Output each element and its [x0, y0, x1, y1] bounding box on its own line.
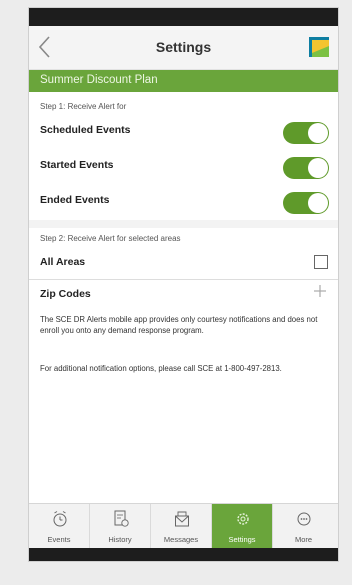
tab-events[interactable]: Events [29, 504, 90, 548]
ended-events-label: Ended Events [40, 194, 110, 206]
history-icon [114, 510, 129, 527]
tab-label: Messages [163, 535, 199, 544]
tab-label: Events [47, 535, 71, 544]
bottom-system-bar [29, 548, 338, 561]
zip-codes-label: Zip Codes [40, 288, 91, 300]
scheduled-events-toggle[interactable] [283, 122, 329, 144]
nav-bar: Settings [29, 26, 338, 70]
add-zip-code-plus-icon[interactable] [313, 284, 327, 298]
started-events-toggle[interactable] [283, 157, 329, 179]
ended-events-toggle[interactable] [283, 192, 329, 214]
toggle-knob [308, 158, 328, 178]
row-divider [29, 279, 338, 280]
step1-label: Step 1: Receive Alert for [40, 102, 127, 111]
envelope-icon [175, 511, 189, 527]
alarm-clock-icon [53, 511, 67, 527]
plan-name: Summer Discount Plan [40, 74, 158, 86]
started-events-label: Started Events [40, 159, 114, 171]
plan-banner: Summer Discount Plan [29, 70, 338, 92]
tab-settings[interactable]: Settings [212, 504, 273, 548]
tab-more[interactable]: More [273, 504, 334, 548]
all-areas-checkbox[interactable] [314, 255, 328, 269]
sce-logo-icon [309, 37, 329, 57]
toggle-knob [308, 123, 328, 143]
scheduled-events-label: Scheduled Events [40, 124, 131, 136]
step2-label: Step 2: Receive Alert for selected areas [40, 234, 181, 243]
disclaimer-text: The SCE DR Alerts mobile app provides on… [40, 315, 318, 335]
more-icon [297, 512, 311, 526]
status-bar [29, 8, 338, 26]
tab-bar: Events History Messages Settings More [29, 503, 338, 548]
tab-label: Settings [228, 535, 256, 544]
section-divider [29, 220, 338, 228]
tab-history[interactable]: History [90, 504, 151, 548]
tab-messages[interactable]: Messages [151, 504, 212, 548]
all-areas-label: All Areas [40, 256, 86, 268]
contact-text: For additional notification options, ple… [40, 364, 282, 373]
tab-label: More [294, 535, 313, 544]
gear-icon [237, 513, 249, 525]
page-title: Settings [155, 39, 212, 55]
phone-screen: Settings Summer Discount Plan Step 1: Re… [28, 7, 339, 562]
tab-label: History [108, 535, 132, 544]
toggle-knob [308, 193, 328, 213]
